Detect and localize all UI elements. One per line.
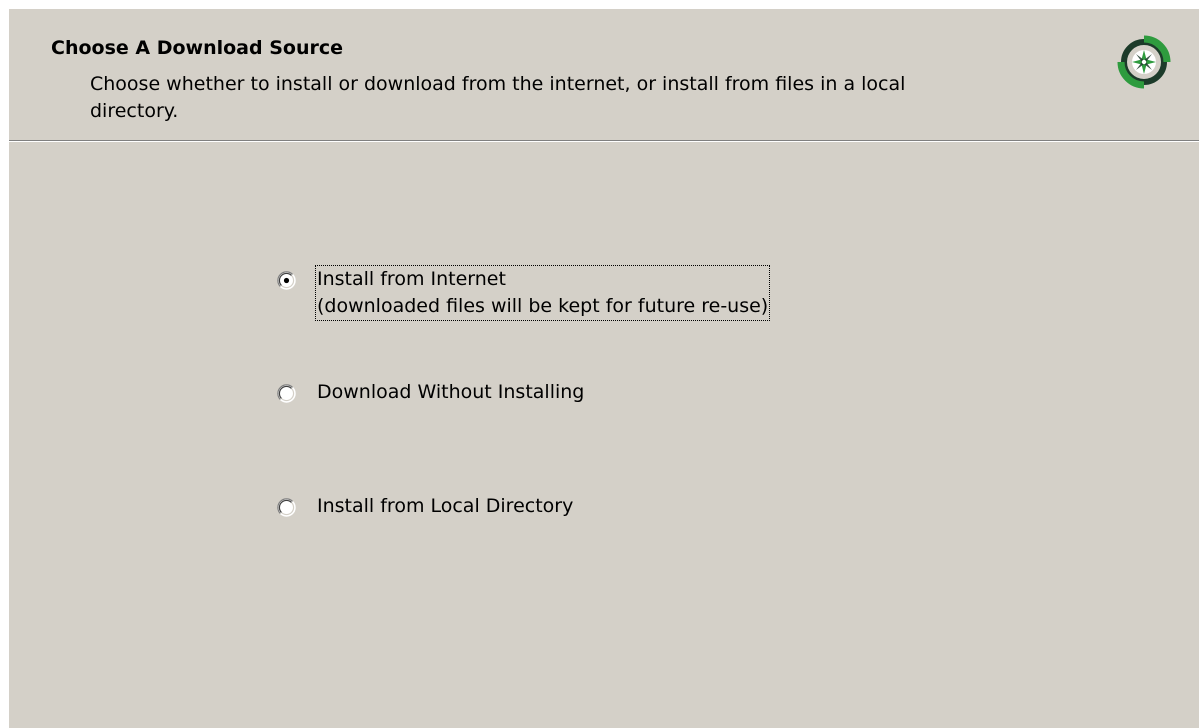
option-install-from-internet-label: Install from Internet (downloaded files …	[314, 265, 771, 321]
option-install-from-local-directory[interactable]: Install from Local Directory	[277, 493, 574, 520]
download-source-options: Install from Internet (downloaded files …	[9, 9, 1199, 728]
option-install-from-internet-line1: Install from Internet	[317, 268, 506, 290]
option-install-from-internet-line2: (downloaded files will be kept for futur…	[317, 295, 769, 317]
radio-selected-dot	[283, 277, 290, 284]
option-download-without-installing[interactable]: Download Without Installing	[277, 379, 585, 406]
radio-download-without-installing[interactable]	[277, 384, 296, 403]
radio-install-from-internet[interactable]	[277, 271, 296, 290]
radio-install-from-local-directory[interactable]	[277, 498, 296, 517]
option-download-without-installing-label: Download Without Installing	[317, 381, 585, 403]
installer-dialog: Choose A Download Source Choose whether …	[9, 9, 1199, 728]
option-install-from-internet[interactable]: Install from Internet (downloaded files …	[277, 265, 771, 321]
option-install-from-local-directory-label: Install from Local Directory	[317, 495, 574, 517]
